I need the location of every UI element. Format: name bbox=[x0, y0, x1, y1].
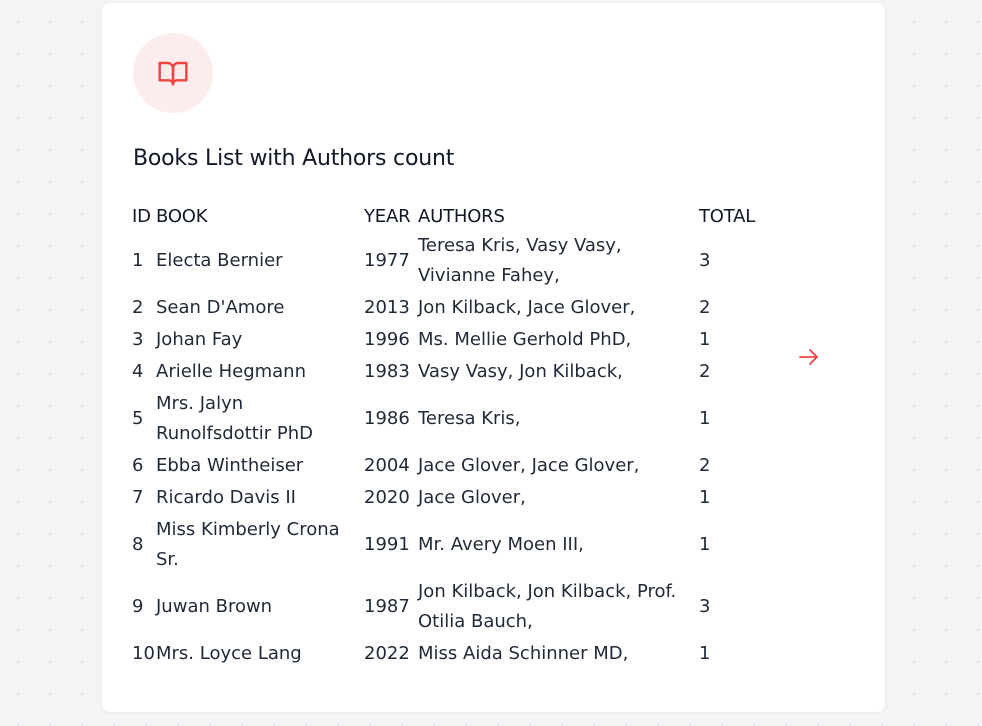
header-total: TOTAL bbox=[699, 205, 756, 227]
table-row: 5 Mrs. Jalyn Runolfsdottir PhD 1986 Tere… bbox=[132, 389, 782, 451]
cell-id: 2 bbox=[132, 297, 144, 318]
header-authors: AUTHORS bbox=[418, 205, 505, 227]
cell-id: 7 bbox=[132, 487, 144, 508]
cell-total: 2 bbox=[699, 455, 711, 476]
cell-book: Ebba Wintheiser bbox=[156, 455, 304, 476]
cell-id: 6 bbox=[132, 455, 144, 476]
cell-id: 4 bbox=[132, 361, 144, 382]
cell-id: 3 bbox=[132, 329, 144, 350]
book-icon-badge bbox=[133, 33, 213, 113]
books-card: Books List with Authors count ID BOOK YE… bbox=[102, 3, 885, 712]
cell-year: 1987 bbox=[364, 596, 410, 617]
header-year: YEAR bbox=[364, 205, 411, 227]
cell-book: Miss Kimberly Crona Sr. bbox=[156, 519, 340, 570]
cell-year: 1983 bbox=[364, 361, 410, 382]
cell-total: 1 bbox=[699, 643, 711, 664]
cell-authors: Mr. Avery Moen III, bbox=[418, 534, 584, 555]
header-id: ID bbox=[132, 205, 151, 227]
cell-year: 2022 bbox=[364, 643, 410, 664]
arrow-right-icon bbox=[799, 349, 818, 365]
table-header-row: ID BOOK YEAR AUTHORS TOTAL bbox=[132, 201, 782, 231]
table-row: 3 Johan Fay 1996 Ms. Mellie Gerhold PhD,… bbox=[132, 325, 782, 357]
books-table: ID BOOK YEAR AUTHORS TOTAL 1 Electa Bern… bbox=[132, 201, 782, 671]
cell-authors: Miss Aida Schinner MD, bbox=[418, 643, 629, 664]
cell-authors: Jace Glover, Jace Glover, bbox=[418, 455, 640, 476]
cell-book: Johan Fay bbox=[156, 329, 243, 350]
cell-authors: Jace Glover, bbox=[418, 487, 526, 508]
cell-total: 2 bbox=[699, 361, 711, 382]
cell-authors: Vasy Vasy, Jon Kilback, bbox=[418, 361, 623, 382]
cell-book: Mrs. Jalyn Runolfsdottir PhD bbox=[156, 393, 314, 444]
cell-year: 1991 bbox=[364, 534, 410, 555]
table-row: 8 Miss Kimberly Crona Sr. 1991 Mr. Avery… bbox=[132, 515, 782, 577]
cell-authors: Teresa Kris, Vasy Vasy, Vivianne Fahey, bbox=[418, 235, 622, 286]
cell-total: 3 bbox=[699, 250, 711, 271]
cell-book: Ricardo Davis II bbox=[156, 487, 296, 508]
cell-id: 1 bbox=[132, 250, 144, 271]
cell-book: Arielle Hegmann bbox=[156, 361, 307, 382]
header-book: BOOK bbox=[156, 205, 208, 227]
cell-total: 1 bbox=[699, 329, 711, 350]
cell-authors: Jon Kilback, Jace Glover, bbox=[418, 297, 636, 318]
table-row: 2 Sean D'Amore 2013 Jon Kilback, Jace Gl… bbox=[132, 293, 782, 325]
cell-total: 1 bbox=[699, 487, 711, 508]
cell-id: 5 bbox=[132, 408, 144, 429]
table-row: 4 Arielle Hegmann 1983 Vasy Vasy, Jon Ki… bbox=[132, 357, 782, 389]
cell-year: 1977 bbox=[364, 250, 410, 271]
cell-book: Juwan Brown bbox=[156, 596, 273, 617]
cell-year: 2013 bbox=[364, 297, 410, 318]
table-row: 9 Juwan Brown 1987 Jon Kilback, Jon Kilb… bbox=[132, 577, 782, 639]
table-row: 7 Ricardo Davis II 2020 Jace Glover, 1 bbox=[132, 483, 782, 515]
book-open-icon bbox=[158, 61, 188, 86]
cell-year: 1996 bbox=[364, 329, 410, 350]
cell-total: 2 bbox=[699, 297, 711, 318]
cell-book: Sean D'Amore bbox=[156, 297, 285, 318]
cell-id: 9 bbox=[132, 596, 144, 617]
cell-total: 1 bbox=[699, 408, 711, 429]
table-row: 6 Ebba Wintheiser 2004 Jace Glover, Jace… bbox=[132, 451, 782, 483]
table-row: 1 Electa Bernier 1977 Teresa Kris, Vasy … bbox=[132, 231, 782, 293]
table-row: 10 Mrs. Loyce Lang 2022 Miss Aida Schinn… bbox=[132, 639, 782, 671]
cell-authors: Ms. Mellie Gerhold PhD, bbox=[418, 329, 632, 350]
cell-authors: Teresa Kris, bbox=[418, 408, 521, 429]
cell-book: Electa Bernier bbox=[156, 250, 283, 271]
next-button[interactable] bbox=[795, 343, 823, 371]
cell-total: 1 bbox=[699, 534, 711, 555]
cell-year: 2004 bbox=[364, 455, 410, 476]
cell-year: 1986 bbox=[364, 408, 410, 429]
card-title: Books List with Authors count bbox=[133, 146, 455, 171]
cell-authors: Jon Kilback, Jon Kilback, Prof. Otilia B… bbox=[418, 581, 677, 632]
cell-id: 8 bbox=[132, 534, 144, 555]
cell-id: 10 bbox=[132, 643, 155, 664]
cell-year: 2020 bbox=[364, 487, 410, 508]
cell-book: Mrs. Loyce Lang bbox=[156, 643, 302, 664]
cell-total: 3 bbox=[699, 596, 711, 617]
